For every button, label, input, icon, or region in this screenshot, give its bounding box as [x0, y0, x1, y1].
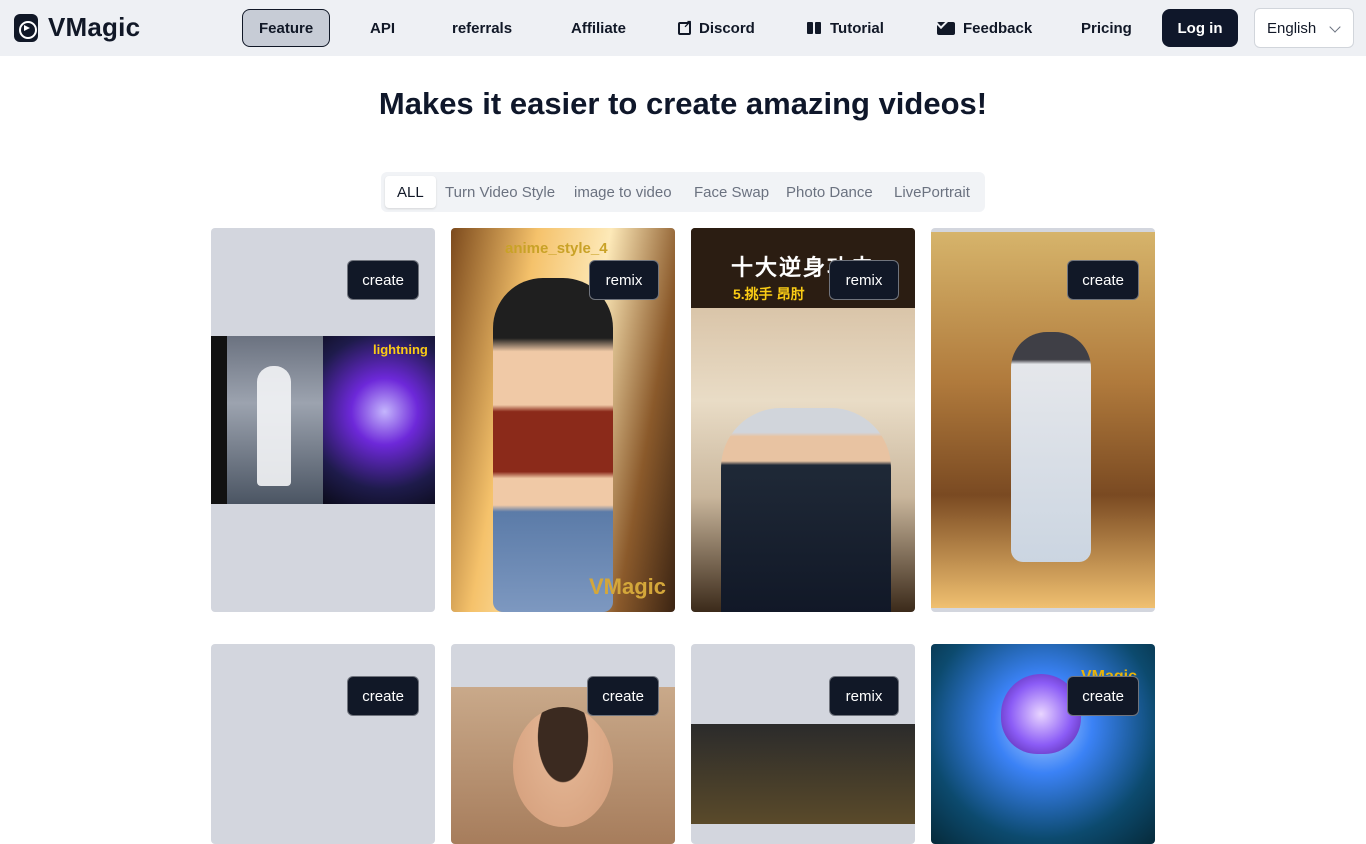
- nav-affiliate-label: Affiliate: [571, 19, 627, 37]
- tab-all[interactable]: ALL: [385, 176, 436, 208]
- nav-api[interactable]: API: [354, 9, 411, 47]
- category-tabs: ALL Turn Video Style image to video Face…: [381, 172, 985, 212]
- language-select[interactable]: English: [1254, 8, 1354, 48]
- video-card[interactable]: lightning create: [211, 228, 435, 612]
- remix-button[interactable]: remix: [829, 260, 899, 300]
- nav-discord-label: Discord: [699, 19, 755, 37]
- chevron-down-icon: [1329, 21, 1341, 33]
- mail-icon: [937, 21, 955, 35]
- nav-pricing[interactable]: Pricing: [1065, 9, 1148, 47]
- video-thumbnail: [691, 724, 915, 824]
- create-button[interactable]: create: [1067, 676, 1139, 716]
- page-title: Makes it easier to create amazing videos…: [378, 86, 988, 121]
- nav-feature[interactable]: Feature: [242, 9, 331, 47]
- book-icon: [806, 21, 822, 35]
- nav-pricing-label: Pricing: [1081, 19, 1132, 37]
- create-button[interactable]: create: [1067, 260, 1139, 300]
- logo[interactable]: VMagic: [14, 12, 140, 43]
- video-thumbnail: lightning: [211, 336, 435, 504]
- nav-tutorial[interactable]: Tutorial: [790, 9, 900, 47]
- create-button[interactable]: create: [347, 676, 419, 716]
- thumbnail-label: lightning: [373, 342, 428, 357]
- top-navbar: VMagic Feature API referrals Affiliate D…: [0, 0, 1366, 56]
- external-link-icon: [678, 18, 692, 35]
- nav-feedback[interactable]: Feedback: [921, 9, 1048, 47]
- nav-discord[interactable]: Discord: [662, 9, 771, 47]
- create-button[interactable]: create: [587, 676, 659, 716]
- thumbnail-styled: [323, 336, 435, 504]
- remix-button[interactable]: remix: [829, 676, 899, 716]
- nav-tutorial-label: Tutorial: [830, 19, 884, 37]
- nav-affiliate[interactable]: Affiliate: [555, 9, 642, 47]
- thumbnail-figure: [721, 408, 891, 612]
- tab-photo-dance[interactable]: Photo Dance: [774, 176, 885, 208]
- video-card[interactable]: anime_style_4 VMagic remix: [451, 228, 675, 612]
- video-thumbnail: VMagic: [931, 644, 1155, 844]
- video-card[interactable]: remix: [691, 644, 915, 844]
- video-card[interactable]: create: [451, 644, 675, 844]
- tab-face-swap[interactable]: Face Swap: [682, 176, 781, 208]
- thumbnail-label: anime_style_4: [505, 240, 608, 257]
- watermark: VMagic: [589, 574, 667, 599]
- login-button[interactable]: Log in: [1162, 9, 1238, 47]
- nav-api-label: API: [370, 19, 396, 37]
- thumbnail-figure: [1011, 332, 1091, 562]
- video-card[interactable]: 十大逆身功夫 5.挑手 昂肘 remix: [691, 228, 915, 612]
- video-card[interactable]: create: [931, 228, 1155, 612]
- remix-button[interactable]: remix: [589, 260, 659, 300]
- thumbnail-figure: [513, 707, 613, 827]
- tab-liveportrait[interactable]: LivePortrait: [882, 176, 982, 208]
- tab-image-to-video[interactable]: image to video: [562, 176, 684, 208]
- logo-text: VMagic: [48, 12, 141, 42]
- create-button[interactable]: create: [347, 260, 419, 300]
- nav-feedback-label: Feedback: [963, 19, 1033, 37]
- nav-referrals-label: referrals: [452, 19, 513, 37]
- tab-turn-video-style[interactable]: Turn Video Style: [433, 176, 567, 208]
- nav-feature-label: Feature: [259, 19, 314, 37]
- thumbnail-sublabel: 5.挑手 昂肘: [733, 286, 805, 302]
- video-card[interactable]: VMagic create: [931, 644, 1155, 844]
- thumbnail-original: [227, 336, 323, 504]
- vmagic-logo-icon: [14, 13, 38, 42]
- thumbnail-figure: [493, 278, 613, 612]
- language-value: English: [1267, 19, 1317, 37]
- video-card[interactable]: create: [211, 644, 435, 844]
- nav-referrals[interactable]: referrals: [436, 9, 528, 47]
